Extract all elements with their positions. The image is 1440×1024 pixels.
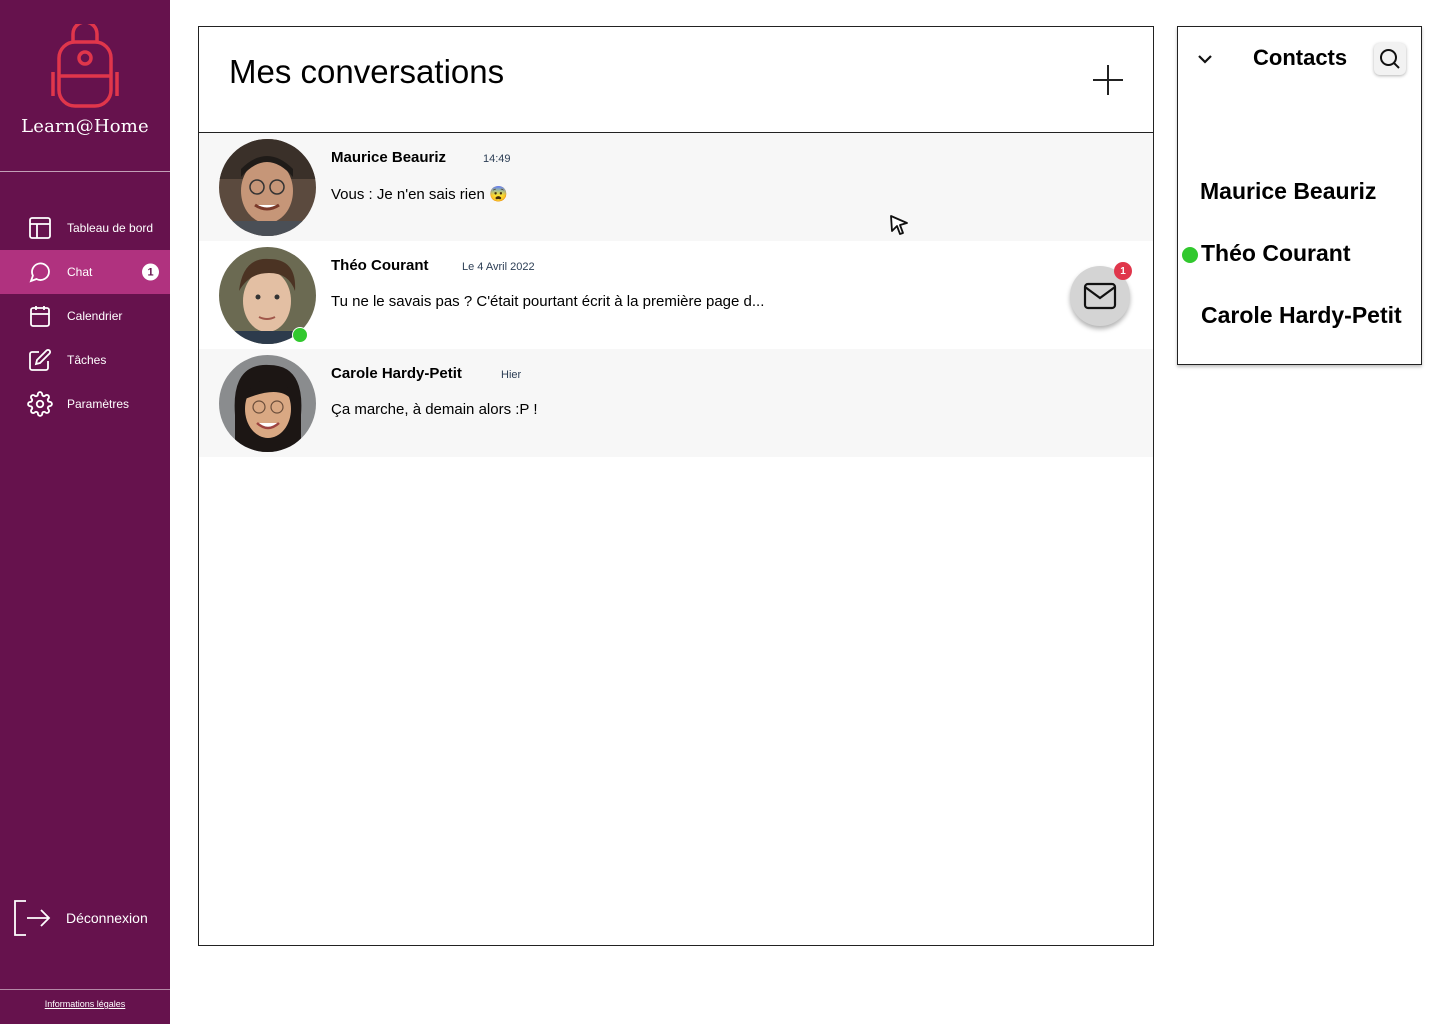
- layout-icon: [27, 215, 53, 241]
- conversation-preview: Vous : Je n'en sais rien 😨: [331, 186, 508, 203]
- search-icon: [1380, 49, 1400, 69]
- sidebar-item-label: Tableau de bord: [67, 221, 154, 235]
- legal-link[interactable]: Informations légales: [0, 999, 170, 1009]
- contact-item[interactable]: Carole Hardy-Petit: [1201, 302, 1402, 329]
- online-status-indicator: [1182, 247, 1198, 263]
- conversation-name: Carole Hardy-Petit: [331, 365, 462, 382]
- search-contacts-button[interactable]: [1374, 43, 1406, 75]
- sidebar-divider: [0, 171, 170, 172]
- new-conversation-button[interactable]: [1091, 63, 1125, 97]
- mouse-cursor-icon: [890, 215, 908, 235]
- unread-badge: 1: [142, 263, 159, 281]
- app-name: Learn@Home: [21, 116, 149, 137]
- conversations-header: Mes conversations: [199, 27, 1153, 133]
- sidebar-item-calendrier[interactable]: Calendrier: [0, 294, 170, 338]
- sidebar-item-label: Tâches: [67, 353, 107, 367]
- new-message-button[interactable]: 1: [1070, 262, 1132, 326]
- avatar: [219, 355, 316, 452]
- edit-icon: [27, 347, 53, 373]
- sidebar-item-taches[interactable]: Tâches: [0, 338, 170, 382]
- logout-button[interactable]: Déconnexion: [12, 898, 148, 938]
- collapse-contacts-button[interactable]: [1195, 49, 1215, 69]
- conversation-item[interactable]: Théo Courant Le 4 Avril 2022 Tu ne le sa…: [199, 241, 1153, 349]
- online-status-indicator: [292, 327, 308, 343]
- sidebar-nav: Tableau de bord Chat 1 Calendrier Tâches: [0, 206, 170, 426]
- conversation-name: Maurice Beauriz: [331, 149, 447, 166]
- sidebar: Learn@Home Tableau de bord Chat 1 Calend…: [0, 0, 170, 1024]
- conversation-item[interactable]: Carole Hardy-Petit Hier Ça marche, à dem…: [199, 349, 1153, 457]
- page-title: Mes conversations: [229, 53, 505, 90]
- conversation-name: Théo Courant: [331, 257, 429, 274]
- legal-divider: [0, 989, 170, 990]
- plus-icon: [1093, 65, 1123, 95]
- conversation-list: Maurice Beauriz 14:49 Vous : Je n'en sai…: [199, 133, 1153, 457]
- sidebar-item-label: Chat: [67, 265, 93, 279]
- app-logo[interactable]: Learn@Home: [0, 24, 170, 137]
- backpack-icon: [51, 24, 119, 108]
- contacts-title: Contacts: [1253, 45, 1348, 70]
- conversation-time: 14:49: [483, 153, 511, 165]
- avatar: [219, 139, 316, 236]
- conversations-panel: Mes conversations Maurice Beauriz 14:49 …: [198, 26, 1154, 946]
- contact-item[interactable]: Théo Courant: [1201, 240, 1351, 267]
- gear-icon: [27, 391, 53, 417]
- sidebar-item-chat[interactable]: Chat 1: [0, 250, 170, 294]
- conversation-time: Le 4 Avril 2022: [462, 261, 535, 273]
- conversation-time: Hier: [501, 369, 522, 381]
- mail-icon: [1083, 282, 1117, 310]
- contacts-panel: Contacts Maurice Beauriz Théo Courant Ca…: [1177, 26, 1422, 365]
- sidebar-item-label: Calendrier: [67, 309, 123, 323]
- chevron-down-icon: [1198, 55, 1212, 64]
- conversation-preview: Tu ne le savais pas ? C'était pourtant é…: [331, 293, 765, 310]
- unread-badge: 1: [1114, 262, 1132, 280]
- sidebar-item-parametres[interactable]: Paramètres: [0, 382, 170, 426]
- sidebar-item-label: Paramètres: [67, 397, 130, 411]
- logout-icon: [14, 900, 51, 936]
- contact-item[interactable]: Maurice Beauriz: [1200, 178, 1376, 205]
- sidebar-item-tableau-de-bord[interactable]: Tableau de bord: [0, 206, 170, 250]
- conversation-preview: Ça marche, à demain alors :P !: [331, 401, 538, 418]
- logout-label: Déconnexion: [66, 910, 148, 926]
- conversation-item[interactable]: Maurice Beauriz 14:49 Vous : Je n'en sai…: [199, 133, 1153, 241]
- calendar-icon: [27, 303, 53, 329]
- chat-bubble-icon: [27, 259, 53, 285]
